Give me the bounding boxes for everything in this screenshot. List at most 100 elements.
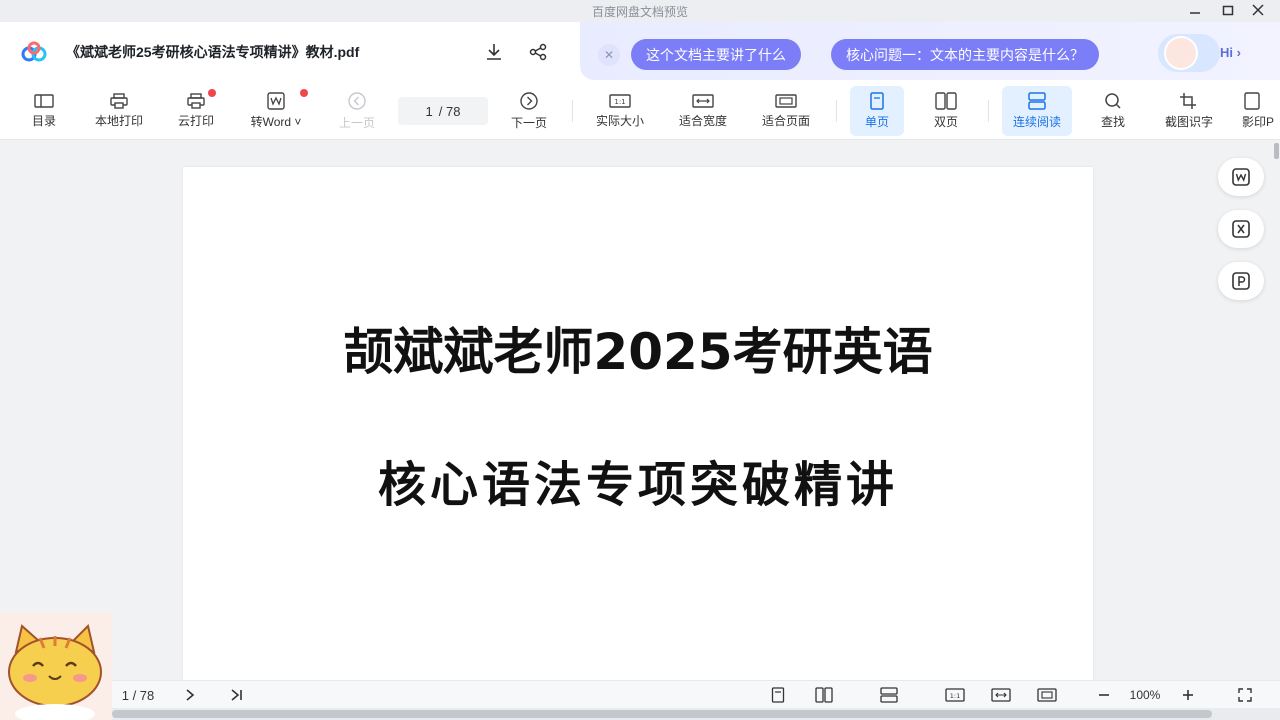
single-page-button[interactable]: 单页	[850, 86, 904, 136]
to-word-badge	[300, 89, 308, 97]
fit-page-button[interactable]: 适合页面	[754, 86, 818, 136]
local-print-button[interactable]: 本地打印	[88, 86, 150, 136]
maximize-button[interactable]	[1213, 0, 1243, 20]
plus-icon	[1183, 690, 1193, 700]
page-total: / 78	[438, 103, 461, 119]
prev-page-button[interactable]: 上一页	[334, 86, 380, 136]
cloud-printer-icon	[187, 93, 205, 109]
to-word-label: 转Word ˅	[250, 115, 302, 129]
double-page-icon	[935, 92, 957, 110]
fit-page-label: 适合页面	[761, 114, 810, 128]
svg-text:1:1: 1:1	[950, 692, 960, 700]
to-word-button[interactable]: 转Word ˅	[240, 86, 312, 136]
minimize-icon	[1190, 12, 1200, 14]
status-fit-page-button[interactable]	[1034, 685, 1060, 705]
screenshot-ocr-label: 截图识字	[1164, 115, 1213, 129]
window-titlebar: 百度网盘文档预览	[0, 0, 1280, 22]
fit-page-icon	[1037, 688, 1057, 702]
status-last-page-button[interactable]	[226, 685, 248, 705]
double-page-label: 双页	[933, 115, 958, 129]
status-double-page-button[interactable]	[812, 685, 836, 705]
actual-size-icon: 1:1	[945, 688, 965, 702]
download-button[interactable]	[482, 40, 506, 64]
assistant-avatar-icon	[1164, 36, 1198, 70]
maximize-icon	[1222, 5, 1234, 16]
svg-text:1:1: 1:1	[614, 98, 625, 106]
page-heading-primary: 颉斌斌老师2025考研英语	[343, 323, 933, 381]
zoom-in-button[interactable]	[1178, 685, 1198, 705]
ai-suggestion-chip-1[interactable]: 这个文档主要讲了什么	[631, 39, 801, 70]
fit-width-label: 适合宽度	[678, 114, 727, 128]
prev-page-label: 上一页	[338, 116, 375, 130]
find-label: 查找	[1100, 115, 1125, 129]
single-page-icon	[870, 92, 884, 110]
ai-assistant-avatar[interactable]: Hi ›	[1158, 34, 1241, 72]
window-title: 百度网盘文档预览	[591, 5, 688, 19]
fit-width-button[interactable]: 适合宽度	[672, 86, 734, 136]
ai-panel-close-button[interactable]: ✕	[598, 44, 620, 66]
double-page-icon	[815, 687, 833, 703]
single-page-label: 单页	[864, 115, 889, 129]
screenshot-ocr-button[interactable]: 截图识字	[1158, 86, 1220, 136]
actual-size-icon: 1:1	[609, 94, 631, 108]
fullscreen-button[interactable]	[1234, 685, 1256, 705]
vertical-scroll-thumb[interactable]	[1274, 143, 1279, 159]
document-page: 颉斌斌老师2025考研英语 核心语法专项突破精讲	[183, 167, 1093, 687]
status-single-page-button[interactable]	[766, 685, 790, 705]
minus-icon	[1099, 694, 1109, 696]
viewer-toolbar: 目录 本地打印 云打印 转Word ˅ 上一页 1 / 78 下一页 1:1 实…	[0, 82, 1280, 140]
next-page-label: 下一页	[510, 116, 547, 130]
minimize-button[interactable]	[1180, 0, 1210, 20]
chevron-right-circle-icon	[520, 92, 538, 110]
ai-suggestion-chip-2[interactable]: 核心问题一：文本的主要内容是什么？	[831, 39, 1099, 70]
next-page-button[interactable]: 下一页	[506, 86, 552, 136]
printer-icon	[110, 93, 128, 109]
shadow-print-button[interactable]: 影印P	[1242, 86, 1280, 136]
ai-assistant-panel: ✕ 这个文档主要讲了什么 核心问题一：文本的主要内容是什么？ Hi ›	[580, 22, 1280, 80]
status-fit-width-button[interactable]	[988, 685, 1014, 705]
document-header: 《斌斌老师25考研核心语法专项精讲》教材.pdf ✕ 这个文档主要讲了什么 核心…	[0, 22, 1280, 82]
find-button[interactable]: 查找	[1094, 86, 1132, 136]
status-page-indicator[interactable]: 1 / 78	[112, 685, 164, 705]
toc-button[interactable]: 目录	[28, 86, 60, 136]
convert-to-word-button[interactable]	[1218, 158, 1264, 196]
convert-to-excel-button[interactable]	[1218, 210, 1264, 248]
cloud-print-label: 云打印	[177, 114, 214, 128]
baidu-netdisk-logo-icon	[21, 41, 47, 62]
convert-to-ppt-button[interactable]	[1218, 262, 1264, 300]
document-viewer[interactable]: 颉斌斌老师2025考研英语 核心语法专项突破精讲	[0, 141, 1280, 687]
status-next-page-button[interactable]	[180, 685, 200, 705]
status-continuous-button[interactable]	[876, 685, 902, 705]
horizontal-scrollbar[interactable]	[0, 708, 1280, 720]
ppt-file-icon	[1232, 272, 1250, 290]
continuous-reading-icon	[880, 687, 898, 703]
cat-mascot-icon	[8, 624, 102, 720]
cloud-print-button[interactable]: 云打印	[172, 86, 220, 136]
fit-page-icon	[775, 94, 797, 108]
fit-width-icon	[692, 94, 714, 108]
double-page-button[interactable]: 双页	[920, 86, 972, 136]
page-number-input[interactable]: 1 / 78	[398, 97, 488, 125]
share-button[interactable]	[526, 40, 550, 64]
word-file-icon	[1232, 168, 1250, 186]
chevron-left-circle-icon	[348, 92, 366, 110]
horizontal-scroll-thumb[interactable]	[112, 710, 1212, 718]
actual-size-button[interactable]: 1:1 实际大小	[588, 86, 652, 136]
continuous-reading-button[interactable]: 连续阅读	[1002, 86, 1072, 136]
document-title: 《斌斌老师25考研核心语法专项精讲》教材.pdf	[66, 44, 360, 60]
zoom-out-button[interactable]	[1094, 685, 1114, 705]
fullscreen-icon	[1238, 688, 1252, 702]
status-bar: 1 / 78 1:1 100%	[0, 680, 1280, 708]
mascot-overlay[interactable]	[0, 612, 112, 720]
toolbar-divider	[572, 100, 573, 122]
continuous-reading-label: 连续阅读	[1012, 115, 1061, 129]
search-icon	[1105, 93, 1121, 109]
zoom-level[interactable]: 100%	[1122, 685, 1168, 705]
vertical-scrollbar[interactable]	[1273, 141, 1280, 680]
close-window-button[interactable]	[1243, 0, 1273, 20]
actual-size-label: 实际大小	[595, 114, 644, 128]
shadow-print-label: 影印P	[1242, 115, 1275, 129]
status-actual-size-button[interactable]: 1:1	[942, 685, 968, 705]
excel-file-icon	[1232, 220, 1250, 238]
close-icon	[1252, 4, 1264, 16]
